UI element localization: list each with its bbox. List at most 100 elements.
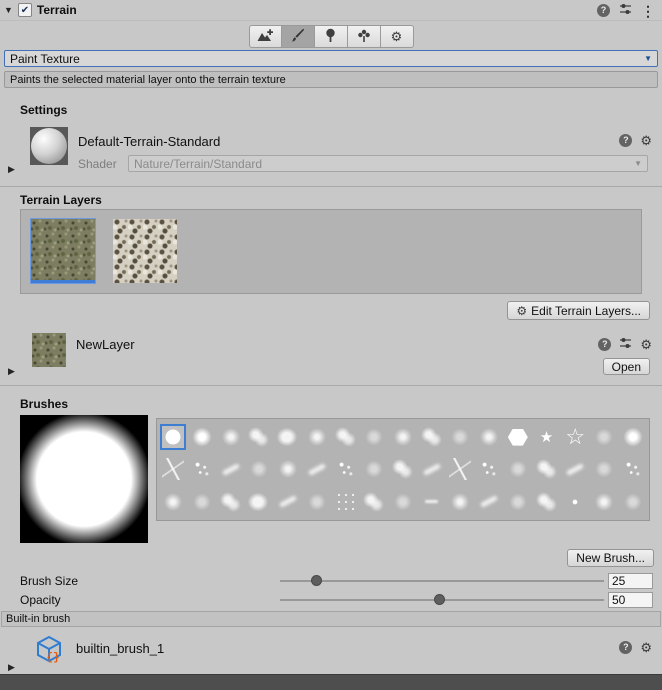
brush-item[interactable] bbox=[160, 424, 186, 450]
material-foldout-icon[interactable]: ▶ bbox=[8, 165, 15, 174]
preset-icon[interactable] bbox=[619, 337, 632, 352]
brush-item[interactable] bbox=[333, 424, 359, 450]
new-layer-foldout-icon[interactable]: ▶ bbox=[8, 367, 15, 376]
component-title: Terrain bbox=[37, 3, 77, 17]
paint-details-button[interactable] bbox=[348, 25, 381, 48]
brush-shape-icon bbox=[622, 458, 644, 480]
brush-item[interactable] bbox=[447, 424, 473, 450]
brush-item[interactable] bbox=[218, 424, 244, 450]
terrain-layer-list bbox=[20, 209, 642, 294]
paint-mode-dropdown[interactable]: Paint Texture ▼ bbox=[4, 50, 658, 67]
brush-shape-icon bbox=[593, 491, 615, 513]
brush-item[interactable] bbox=[390, 424, 416, 450]
brush-item[interactable] bbox=[361, 489, 387, 515]
brush-item[interactable] bbox=[246, 424, 272, 450]
brush-item[interactable] bbox=[189, 424, 215, 450]
brush-item[interactable] bbox=[419, 424, 445, 450]
brush-item[interactable] bbox=[160, 456, 186, 482]
terrain-settings-button[interactable]: ⚙ bbox=[381, 25, 414, 48]
brush-size-slider[interactable] bbox=[280, 574, 604, 588]
brush-grid bbox=[156, 418, 650, 521]
gear-icon[interactable]: ⚙ bbox=[640, 641, 652, 654]
brush-item[interactable] bbox=[620, 424, 646, 450]
preset-icon[interactable] bbox=[619, 3, 632, 18]
paint-trees-button[interactable] bbox=[315, 25, 348, 48]
brush-item[interactable] bbox=[620, 489, 646, 515]
opacity-slider[interactable] bbox=[280, 593, 604, 607]
builtin-brush-foldout-icon[interactable]: ▶ bbox=[8, 663, 15, 672]
brush-item[interactable] bbox=[304, 489, 330, 515]
brush-preview bbox=[20, 415, 148, 543]
help-icon[interactable]: ? bbox=[619, 134, 632, 147]
help-icon[interactable]: ? bbox=[597, 4, 610, 17]
terrain-layer-thumbnail[interactable] bbox=[31, 219, 95, 283]
brush-shape-icon bbox=[222, 463, 240, 476]
brush-item[interactable] bbox=[447, 489, 473, 515]
help-icon[interactable]: ? bbox=[619, 641, 632, 654]
brush-item[interactable] bbox=[304, 424, 330, 450]
paint-terrain-button[interactable] bbox=[282, 25, 315, 48]
brush-item[interactable] bbox=[275, 489, 301, 515]
brush-item[interactable] bbox=[189, 489, 215, 515]
brush-item[interactable] bbox=[505, 456, 531, 482]
brush-item[interactable] bbox=[591, 456, 617, 482]
brush-item[interactable] bbox=[447, 456, 473, 482]
brush-item[interactable] bbox=[160, 489, 186, 515]
brush-item[interactable] bbox=[246, 489, 272, 515]
brush-item[interactable] bbox=[304, 456, 330, 482]
brush-item[interactable] bbox=[505, 424, 531, 450]
context-menu-icon[interactable]: ⋮ bbox=[641, 4, 655, 18]
brush-shape-icon bbox=[421, 426, 443, 448]
slider-knob[interactable] bbox=[434, 594, 445, 605]
new-layer-thumbnail[interactable] bbox=[32, 333, 66, 367]
brush-item[interactable] bbox=[390, 456, 416, 482]
brush-item[interactable] bbox=[246, 456, 272, 482]
brush-item[interactable] bbox=[419, 456, 445, 482]
brush-shape-icon bbox=[335, 491, 357, 513]
brush-item[interactable] bbox=[189, 456, 215, 482]
brush-item[interactable] bbox=[218, 456, 244, 482]
material-preview-thumbnail[interactable] bbox=[30, 127, 68, 165]
terrain-toolbar: ⚙ bbox=[0, 25, 662, 48]
brush-item[interactable] bbox=[534, 424, 560, 450]
brushes-label: Brushes bbox=[20, 397, 68, 411]
brush-item[interactable] bbox=[562, 456, 588, 482]
brush-item[interactable] bbox=[591, 424, 617, 450]
opacity-field[interactable] bbox=[608, 592, 653, 608]
brush-item[interactable] bbox=[361, 424, 387, 450]
brush-item[interactable] bbox=[534, 489, 560, 515]
brush-item[interactable] bbox=[534, 456, 560, 482]
brush-item[interactable] bbox=[476, 489, 502, 515]
slider-knob[interactable] bbox=[311, 575, 322, 586]
terrain-layer-thumbnail[interactable] bbox=[113, 219, 177, 283]
brush-item[interactable] bbox=[275, 424, 301, 450]
gear-icon[interactable]: ⚙ bbox=[640, 134, 652, 147]
brush-size-field[interactable] bbox=[608, 573, 653, 589]
edit-terrain-layers-button[interactable]: ⚙ Edit Terrain Layers... bbox=[507, 301, 650, 320]
gear-icon[interactable]: ⚙ bbox=[640, 338, 652, 351]
create-neighbor-terrains-button[interactable] bbox=[249, 25, 282, 48]
new-layer-name: NewLayer bbox=[76, 337, 135, 352]
brush-item[interactable] bbox=[275, 456, 301, 482]
brush-item[interactable] bbox=[591, 489, 617, 515]
brush-item[interactable] bbox=[562, 424, 588, 450]
open-button[interactable]: Open bbox=[603, 358, 650, 375]
brush-item[interactable] bbox=[562, 489, 588, 515]
scriptable-object-icon: {} bbox=[34, 634, 64, 664]
brush-item[interactable] bbox=[333, 489, 359, 515]
help-icon[interactable]: ? bbox=[598, 338, 611, 351]
new-brush-button[interactable]: New Brush... bbox=[567, 549, 654, 567]
brush-item[interactable] bbox=[390, 489, 416, 515]
brush-shape-icon bbox=[220, 426, 242, 448]
brush-item[interactable] bbox=[476, 424, 502, 450]
brush-item[interactable] bbox=[476, 456, 502, 482]
enabled-checkbox[interactable]: ✔ bbox=[18, 3, 32, 17]
brush-item[interactable] bbox=[419, 489, 445, 515]
brush-item[interactable] bbox=[505, 489, 531, 515]
brush-item[interactable] bbox=[361, 456, 387, 482]
brush-item[interactable] bbox=[218, 489, 244, 515]
brush-item[interactable] bbox=[333, 456, 359, 482]
brush-item[interactable] bbox=[620, 456, 646, 482]
component-foldout-icon[interactable]: ▼ bbox=[4, 6, 13, 15]
brush-shape-icon bbox=[191, 491, 213, 513]
